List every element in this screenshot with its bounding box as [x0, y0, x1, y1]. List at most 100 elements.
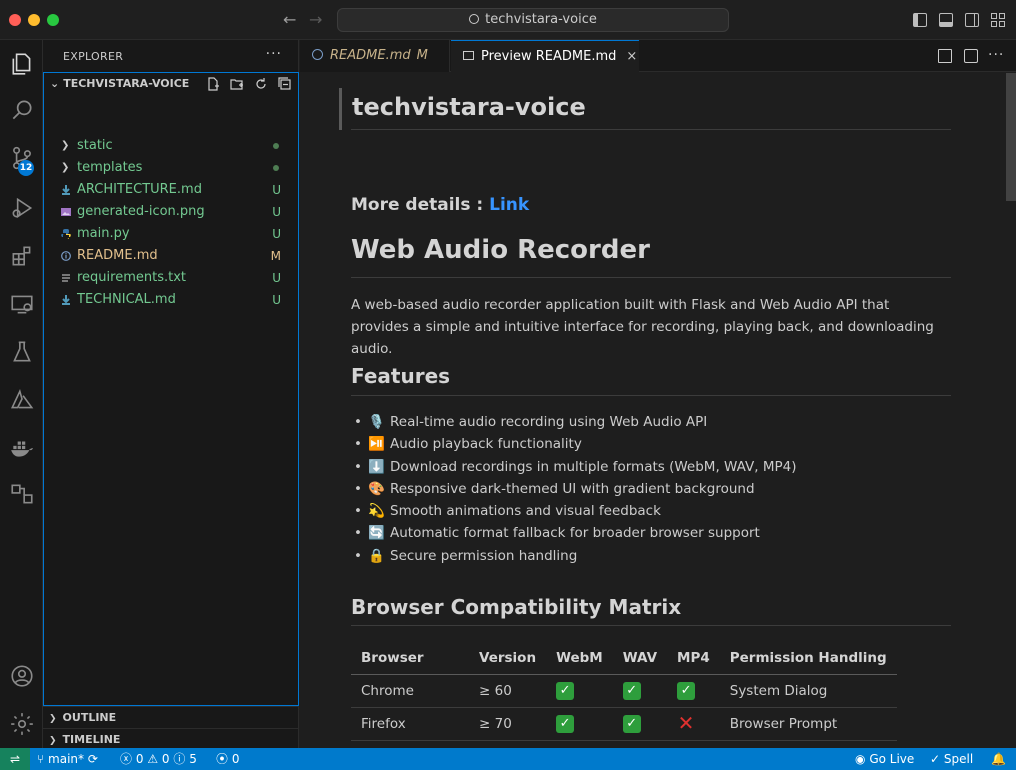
- minimize-window-button[interactable]: [28, 14, 40, 26]
- toggle-secondary-sidebar-icon[interactable]: [965, 13, 979, 27]
- cross-mark-icon: ✕: [677, 710, 695, 735]
- command-center-search[interactable]: techvistara-voice: [337, 8, 729, 32]
- toggle-panel-icon[interactable]: [939, 13, 953, 27]
- feature-list: 🎙️ Real-time audio recording using Web Au…: [354, 411, 928, 567]
- divider: [351, 277, 951, 278]
- version-cell: ≥ 70: [469, 707, 547, 741]
- status-dot: [273, 165, 279, 171]
- list-item: 🎙️ Real-time audio recording using Web Au…: [354, 411, 928, 433]
- list-item: 🎨 Responsive dark-themed UI with gradient…: [354, 478, 928, 500]
- tree-item-label: ARCHITECTURE.md: [77, 182, 202, 197]
- tree-item-readme[interactable]: README.md M: [45, 245, 297, 267]
- error-icon: ⓧ: [120, 752, 133, 766]
- palette-icon: 🎨: [368, 480, 385, 497]
- timeline-section[interactable]: ❯ TIMELINE: [43, 728, 299, 750]
- tree-item-generated-icon[interactable]: generated-icon.png U: [45, 201, 297, 223]
- markdown-download-icon: [62, 185, 70, 195]
- refresh-icon[interactable]: [254, 77, 268, 91]
- maximize-window-button[interactable]: [47, 14, 59, 26]
- tree-item-technical[interactable]: TECHNICAL.md U: [45, 289, 297, 311]
- tab-preview-readme[interactable]: Preview README.md ×: [451, 40, 639, 72]
- search-activity-icon[interactable]: [0, 88, 43, 132]
- sparkle-icon: 💫: [368, 503, 385, 520]
- open-source-icon[interactable]: [938, 49, 952, 63]
- wav-cell: ✓: [612, 740, 668, 748]
- webm-cell: ✓: [546, 674, 613, 708]
- activity-bar: 12: [0, 40, 43, 748]
- text-file-icon: [62, 274, 70, 282]
- forward-arrow-icon[interactable]: →: [309, 10, 322, 29]
- back-arrow-icon[interactable]: ←: [283, 10, 296, 29]
- collapse-all-icon[interactable]: [278, 77, 292, 91]
- git-status: U: [272, 183, 281, 197]
- close-window-button[interactable]: [9, 14, 21, 26]
- tab-bar: README.md M Preview README.md × ···: [300, 40, 1016, 72]
- tree-item-label: requirements.txt: [77, 270, 187, 285]
- divider: [351, 625, 951, 626]
- spell-button[interactable]: ✓ Spell: [930, 748, 973, 770]
- accounts-icon[interactable]: [0, 654, 43, 698]
- more-details-link[interactable]: Link: [489, 195, 529, 215]
- editor-area: README.md M Preview README.md × ··· techvi…: [300, 40, 1016, 748]
- permission-cell: System Settings: [719, 740, 897, 748]
- table-row: Firefox ≥ 70 ✓ ✓ ✕ Browser Prompt: [351, 707, 897, 741]
- ports-indicator[interactable]: ⦿ 0: [216, 748, 239, 770]
- chevron-right-icon: ❯: [61, 162, 70, 173]
- new-file-icon[interactable]: [206, 77, 220, 91]
- tree-item-architecture[interactable]: ARCHITECTURE.md U: [45, 179, 297, 201]
- list-item: ⬇️ Download recordings in multiple format…: [354, 456, 928, 478]
- more-actions-icon[interactable]: ···: [988, 47, 1004, 63]
- go-live-button[interactable]: ◉ Go Live: [855, 748, 914, 770]
- azure-icon[interactable]: [0, 378, 43, 422]
- remote-indicator-icon[interactable]: ⇌: [0, 748, 30, 770]
- more-actions-button[interactable]: ···: [266, 46, 282, 62]
- toggle-primary-sidebar-icon[interactable]: [913, 13, 927, 27]
- source-control-icon[interactable]: 12: [0, 136, 43, 180]
- remote-explorer-icon[interactable]: [0, 282, 43, 326]
- docker-icon[interactable]: [0, 426, 43, 470]
- run-debug-icon[interactable]: [0, 186, 43, 230]
- git-status: U: [272, 227, 281, 241]
- tab-readme[interactable]: README.md M: [300, 40, 450, 72]
- explorer-icon[interactable]: [0, 42, 43, 86]
- folder-header[interactable]: ⌄ TECHVISTARA-VOICE: [50, 77, 189, 90]
- folder-name: TECHVISTARA-VOICE: [63, 77, 190, 90]
- manage-gear-icon[interactable]: [0, 702, 43, 746]
- list-item: ⏯️ Audio playback functionality: [354, 433, 928, 455]
- branch-indicator[interactable]: ⑂ main* ⟳: [37, 748, 98, 770]
- go-live-label: Go Live: [869, 752, 915, 766]
- feature-text: Audio playback functionality: [390, 436, 582, 453]
- feature-text: Download recordings in multiple formats …: [390, 458, 797, 475]
- project-manager-icon[interactable]: [0, 472, 43, 516]
- column-header: WAV: [612, 642, 668, 675]
- customize-layout-icon[interactable]: [991, 13, 1005, 27]
- tree-item-main-py[interactable]: main.py U: [45, 223, 297, 245]
- permission-cell: Browser Prompt: [719, 707, 897, 741]
- notifications-bell-icon[interactable]: 🔔: [991, 748, 1006, 770]
- tree-item-requirements[interactable]: requirements.txt U: [45, 267, 297, 289]
- readme-title: techvistara-voice: [339, 88, 951, 130]
- close-tab-icon[interactable]: ×: [626, 49, 637, 64]
- problems-indicator[interactable]: ⓧ 0 ⚠ 0 ⓘ 5: [120, 748, 197, 770]
- testing-icon[interactable]: [0, 330, 43, 374]
- split-editor-icon[interactable]: [964, 49, 978, 63]
- tree-item-label: README.md: [77, 248, 158, 263]
- extensions-icon[interactable]: [0, 234, 43, 278]
- feature-text: Automatic format fallback for broader br…: [390, 525, 760, 542]
- webm-cell: ✓: [546, 707, 613, 741]
- tab-label: README.md: [330, 48, 411, 63]
- tree-item-static[interactable]: ❯ static: [45, 135, 297, 157]
- new-folder-icon[interactable]: [230, 77, 244, 91]
- intro-paragraph: A web-based audio recorder application b…: [351, 297, 934, 357]
- git-status: M: [270, 249, 281, 263]
- chevron-right-icon: ❯: [61, 140, 70, 151]
- scrollbar-thumb[interactable]: [1006, 73, 1016, 201]
- title-bar: ← → techvistara-voice: [0, 0, 1016, 40]
- tree-item-templates[interactable]: ❯ templates: [45, 157, 297, 179]
- column-header: Permission Handling: [719, 642, 897, 675]
- broadcast-icon: ◉: [855, 752, 866, 766]
- outline-section[interactable]: ❯ OUTLINE: [43, 706, 299, 728]
- mp4-cell: ✕: [667, 707, 720, 741]
- play-pause-icon: ⏯️: [368, 436, 385, 453]
- down-arrow-icon: ⬇️: [368, 458, 385, 475]
